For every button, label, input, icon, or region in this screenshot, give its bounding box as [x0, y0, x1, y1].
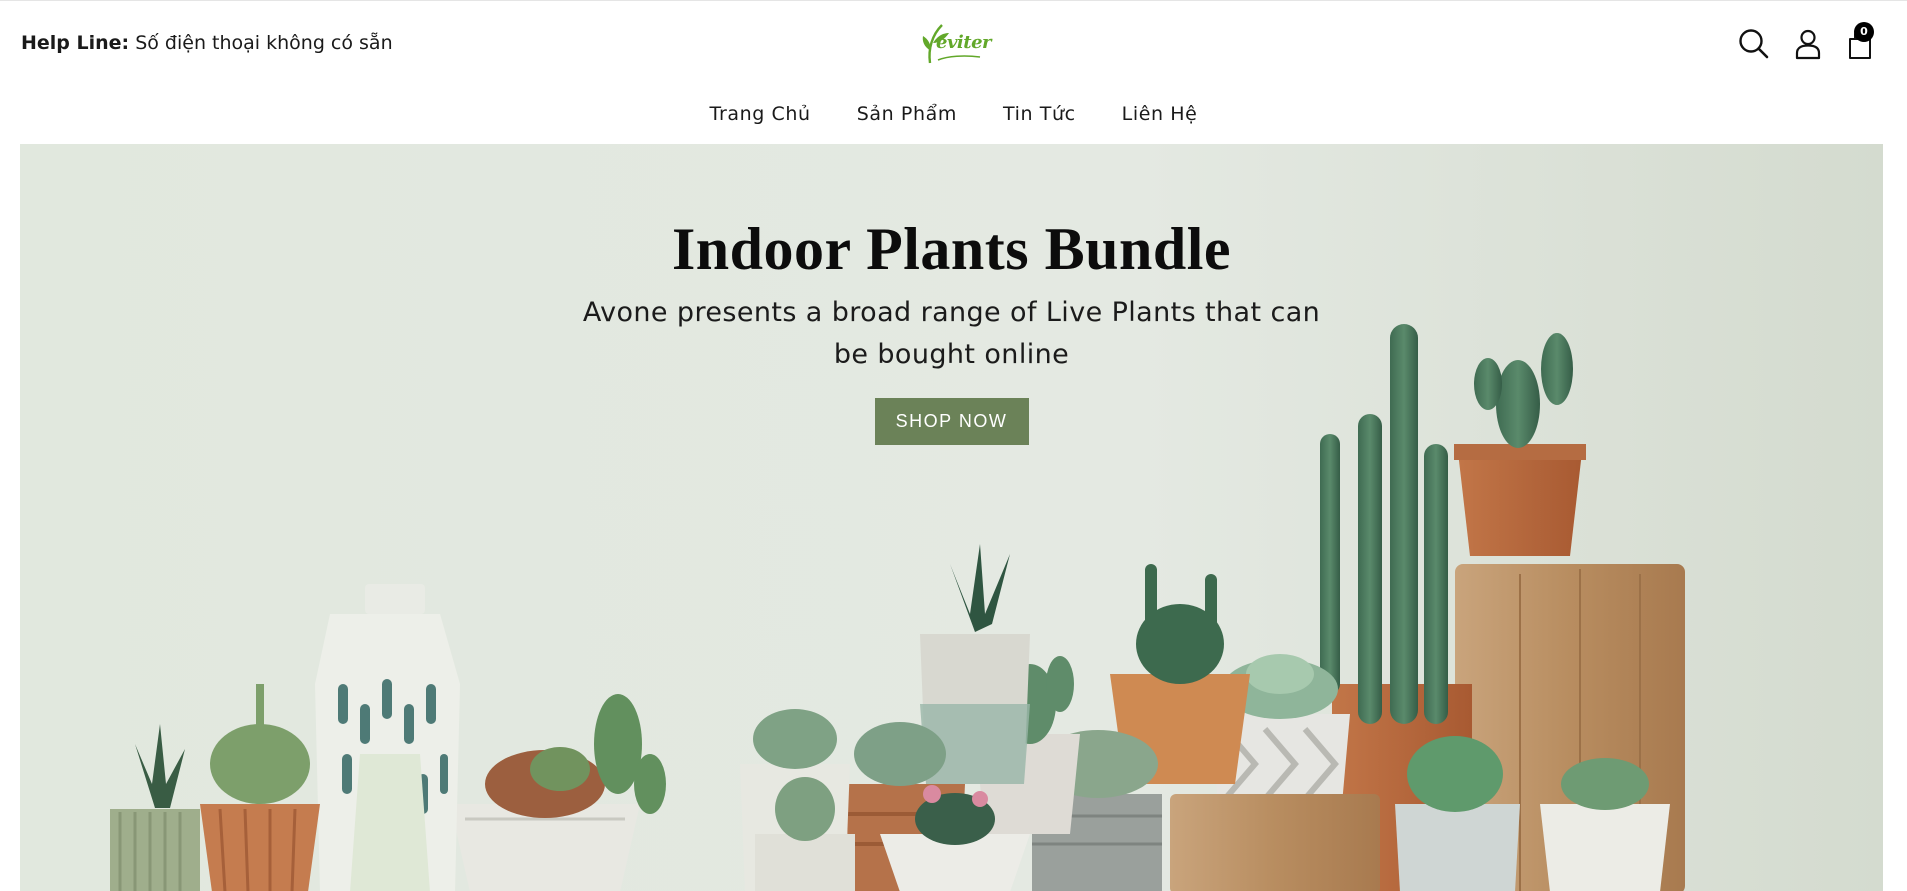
hero-title: Indoor Plants Bundle — [671, 216, 1232, 282]
account-icon — [1795, 29, 1821, 60]
helpline: Help Line: Số điện thoại không có sẵn — [21, 32, 393, 54]
nav-item-lien-he[interactable]: Liên Hệ — [1099, 97, 1221, 131]
hero-subtitle: Avone presents a broad range of Live Pla… — [582, 297, 1321, 370]
helpline-value: Số điện thoại không có sẵn — [135, 32, 393, 54]
helpline-label: Help Line: — [21, 32, 130, 54]
page: Help Line: Số điện thoại không có sẵn ev… — [0, 0, 1907, 891]
hero-content: Indoor Plants Bundle Avone presents a br… — [20, 214, 1883, 445]
nav-item-tin-tuc[interactable]: Tin Tức — [980, 97, 1099, 131]
shop-now-button[interactable]: SHOP NOW — [874, 398, 1029, 445]
search-button[interactable] — [1737, 27, 1771, 61]
hero-banner: Indoor Plants Bundle Avone presents a br… — [20, 144, 1883, 891]
header: Help Line: Số điện thoại không có sẵn ev… — [0, 1, 1907, 87]
logo[interactable]: eviter — [918, 19, 992, 65]
logo-text: eviter — [936, 32, 992, 53]
nav-item-trang-chu[interactable]: Trang Chủ — [687, 97, 834, 131]
search-icon — [1739, 29, 1769, 59]
main-nav: Trang Chủ Sản Phẩm Tin Tức Liên Hệ — [0, 97, 1907, 131]
cart-count-badge: 0 — [1854, 22, 1874, 42]
account-button[interactable] — [1791, 27, 1825, 61]
nav-item-san-pham[interactable]: Sản Phẩm — [834, 97, 980, 131]
